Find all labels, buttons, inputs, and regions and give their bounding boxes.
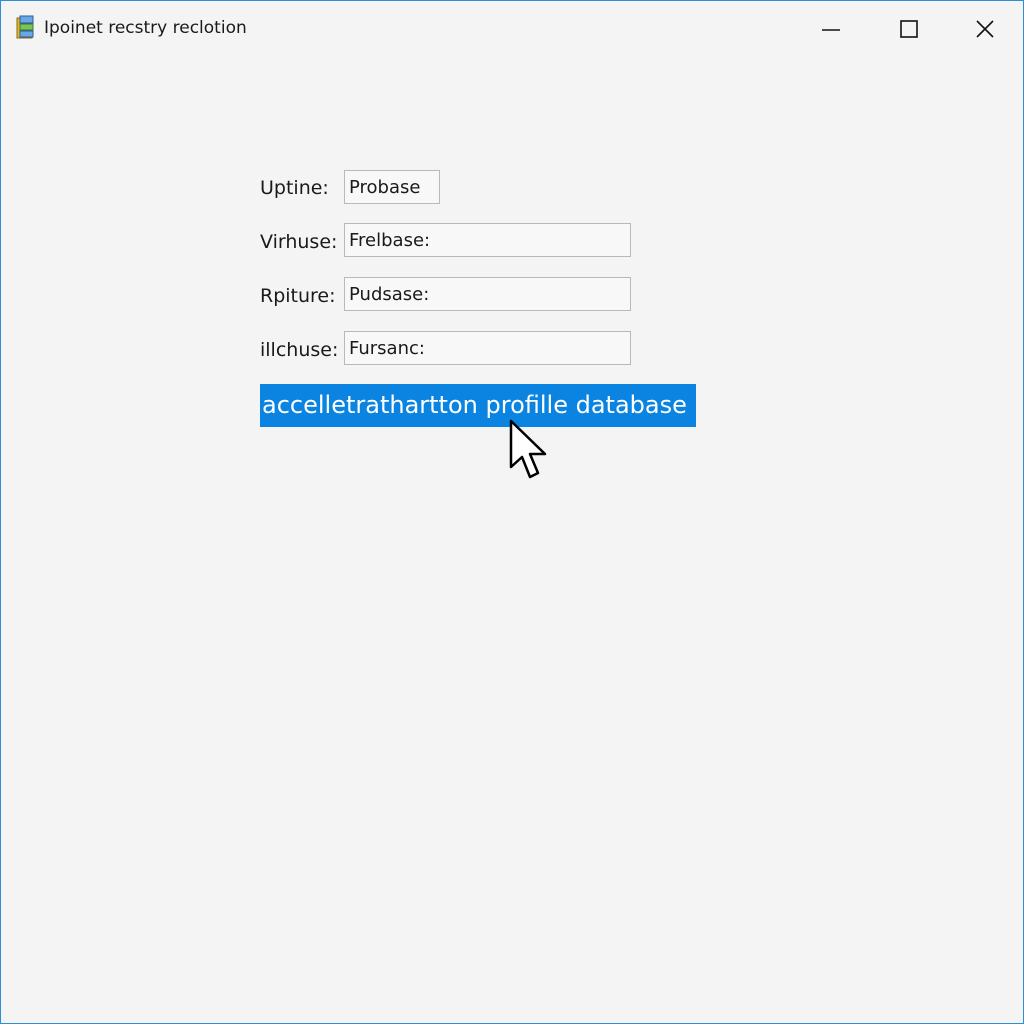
database-icon bbox=[16, 15, 34, 39]
form-field-uptine[interactable] bbox=[344, 170, 440, 204]
close-icon bbox=[976, 20, 994, 38]
minimize-icon bbox=[822, 29, 840, 31]
form-label-rpiture: Rpiture: bbox=[260, 285, 336, 307]
form-label-illchuse: illchuse: bbox=[260, 339, 339, 361]
form-field-illchuse[interactable] bbox=[344, 331, 631, 365]
minimize-button[interactable] bbox=[801, 1, 861, 57]
maximize-button[interactable] bbox=[879, 1, 939, 57]
mouse-pointer-icon bbox=[509, 419, 547, 479]
selected-text[interactable]: accelletrathartton profille database bbox=[260, 384, 696, 427]
form-field-virhuse[interactable] bbox=[344, 223, 631, 257]
title-bar[interactable]: Ipoinet recstry reclotion bbox=[1, 1, 1023, 57]
form-label-virhuse: Virhuse: bbox=[260, 231, 338, 253]
form-label-uptine: Uptine: bbox=[260, 177, 329, 199]
maximize-icon bbox=[900, 20, 918, 38]
window-title: Ipoinet recstry reclotion bbox=[44, 18, 247, 38]
form-field-rpiture[interactable] bbox=[344, 277, 631, 311]
close-button[interactable] bbox=[955, 1, 1015, 57]
app-window: Ipoinet recstry reclotion Uptine: Virhus… bbox=[0, 0, 1024, 1024]
